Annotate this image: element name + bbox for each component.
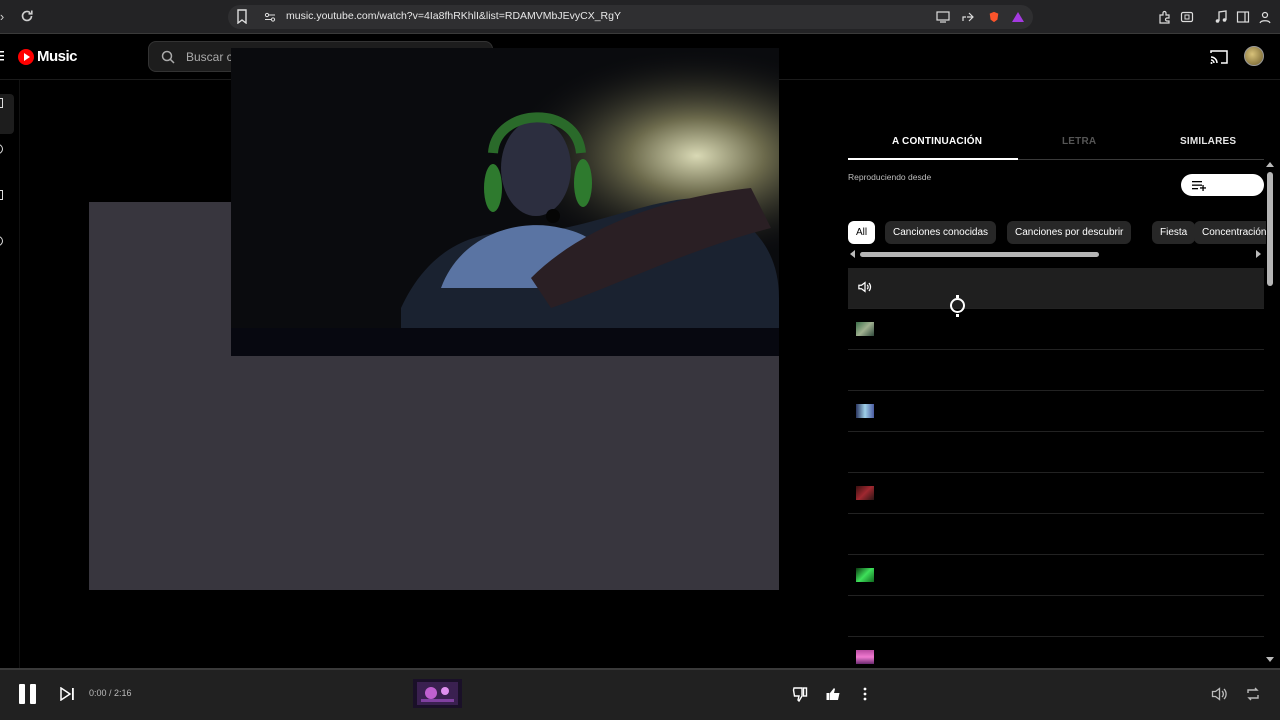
time-display: 0:00 / 2:16 — [89, 688, 132, 698]
nav-item-upgrade[interactable] — [0, 232, 14, 272]
track-thumbnail — [856, 650, 874, 664]
pause-icon-bar — [30, 684, 36, 704]
chips-scroll-thumb[interactable] — [860, 252, 1099, 257]
logo-text: Music — [37, 48, 78, 65]
queue-item[interactable] — [848, 555, 1264, 596]
like-icon[interactable] — [825, 686, 841, 702]
reload-icon[interactable] — [19, 9, 35, 25]
album-art — [413, 679, 462, 708]
pause-icon — [19, 684, 25, 704]
address-bar[interactable]: music.youtube.com/watch?v=4Ia8fhRKhlI&li… — [228, 5, 1033, 29]
browser-toolbar: › music.youtube.com/watch?v=4Ia8fhRKhlI&… — [0, 0, 1280, 34]
library-icon — [0, 190, 3, 200]
upgrade-icon — [0, 236, 3, 246]
nav-item-library[interactable] — [0, 186, 14, 226]
queue-item[interactable] — [848, 637, 1264, 668]
left-nav-rail — [0, 80, 20, 668]
volume-playing-icon — [858, 281, 872, 293]
mouse-cursor — [950, 295, 965, 317]
share-icon[interactable] — [961, 11, 975, 23]
tab-up-next[interactable]: A CONTINUACIÓN — [892, 136, 982, 147]
tab-related[interactable]: SIMILARES — [1180, 136, 1236, 147]
chip-discover[interactable]: Canciones por descubrir — [1007, 221, 1132, 244]
forward-icon[interactable]: › — [0, 9, 10, 25]
queue-item[interactable] — [848, 350, 1264, 391]
progress-bar[interactable] — [0, 668, 1280, 670]
sidebar-toggle-icon[interactable] — [1236, 10, 1250, 24]
search-input[interactable]: Buscar c — [186, 50, 233, 64]
scroll-down-icon[interactable] — [1266, 657, 1274, 662]
url-text: music.youtube.com/watch?v=4Ia8fhRKhlI&li… — [286, 10, 621, 22]
chip-focus[interactable]: Concentración — [1194, 221, 1266, 244]
brave-shield-icon[interactable] — [987, 11, 1001, 23]
cast-icon[interactable] — [1210, 49, 1228, 65]
home-icon — [0, 98, 3, 108]
scroll-right-icon[interactable] — [1256, 250, 1261, 258]
playlist-add-icon — [1192, 181, 1206, 191]
install-app-icon[interactable] — [936, 11, 950, 23]
track-thumbnail — [856, 568, 874, 582]
media-control-icon[interactable] — [1214, 10, 1228, 24]
queue-list — [848, 268, 1264, 668]
extensions-icon[interactable] — [1158, 10, 1172, 24]
ytmusic-logo[interactable]: Music — [18, 48, 78, 65]
dislike-icon[interactable] — [792, 686, 808, 702]
now-playing-thumbnail[interactable] — [413, 679, 462, 708]
bookmark-icon[interactable] — [236, 9, 248, 24]
nav-item-explore[interactable] — [0, 140, 14, 180]
pause-button[interactable] — [19, 684, 37, 704]
queue-item[interactable] — [848, 596, 1264, 637]
queue-item-now-playing[interactable] — [848, 268, 1264, 309]
active-tab-indicator — [848, 158, 1018, 160]
chip-all[interactable]: All — [848, 221, 876, 244]
webcam-image — [231, 48, 779, 356]
filter-chips: All Canciones conocidas Canciones por de… — [848, 221, 1266, 245]
chips-scrollbar[interactable] — [850, 250, 1262, 258]
webcam-video-overlay — [231, 48, 779, 356]
menu-icon[interactable] — [0, 50, 4, 62]
save-queue-button[interactable] — [1181, 174, 1264, 196]
profile-icon[interactable] — [1258, 10, 1272, 24]
scroll-left-icon[interactable] — [850, 250, 855, 258]
queue-scroll-thumb[interactable] — [1267, 172, 1273, 286]
volume-icon[interactable] — [1211, 686, 1227, 702]
tab-lyrics[interactable]: LETRA — [1062, 136, 1096, 147]
wallet-icon[interactable] — [1180, 10, 1194, 24]
track-thumbnail — [856, 404, 874, 418]
avatar[interactable] — [1244, 46, 1264, 66]
more-options-icon[interactable] — [857, 686, 873, 702]
queue-item[interactable] — [848, 309, 1264, 350]
queue-item[interactable] — [848, 432, 1264, 473]
play-logo-icon — [18, 48, 34, 65]
nav-item-home[interactable] — [0, 94, 14, 134]
queue-item[interactable] — [848, 473, 1264, 514]
brave-rewards-icon[interactable] — [1011, 11, 1025, 23]
track-thumbnail — [856, 322, 874, 336]
player-bar: 0:00 / 2:16 — [0, 668, 1280, 720]
chip-party[interactable]: Fiesta — [1152, 221, 1196, 244]
queue-item[interactable] — [848, 391, 1264, 432]
queue-item[interactable] — [848, 514, 1264, 555]
queue-scrollbar[interactable] — [1266, 160, 1276, 670]
track-thumbnail — [856, 486, 874, 500]
site-settings-icon[interactable] — [264, 11, 276, 23]
repeat-icon[interactable] — [1245, 686, 1261, 702]
next-icon[interactable] — [60, 687, 75, 701]
playing-from-label: Reproduciendo desde — [848, 172, 932, 182]
explore-icon — [0, 144, 3, 154]
chip-known-songs[interactable]: Canciones conocidas — [885, 221, 997, 244]
scroll-up-icon[interactable] — [1266, 162, 1274, 167]
side-panel-tabs: A CONTINUACIÓN LETRA SIMILARES — [848, 124, 1264, 160]
search-icon — [161, 50, 175, 64]
